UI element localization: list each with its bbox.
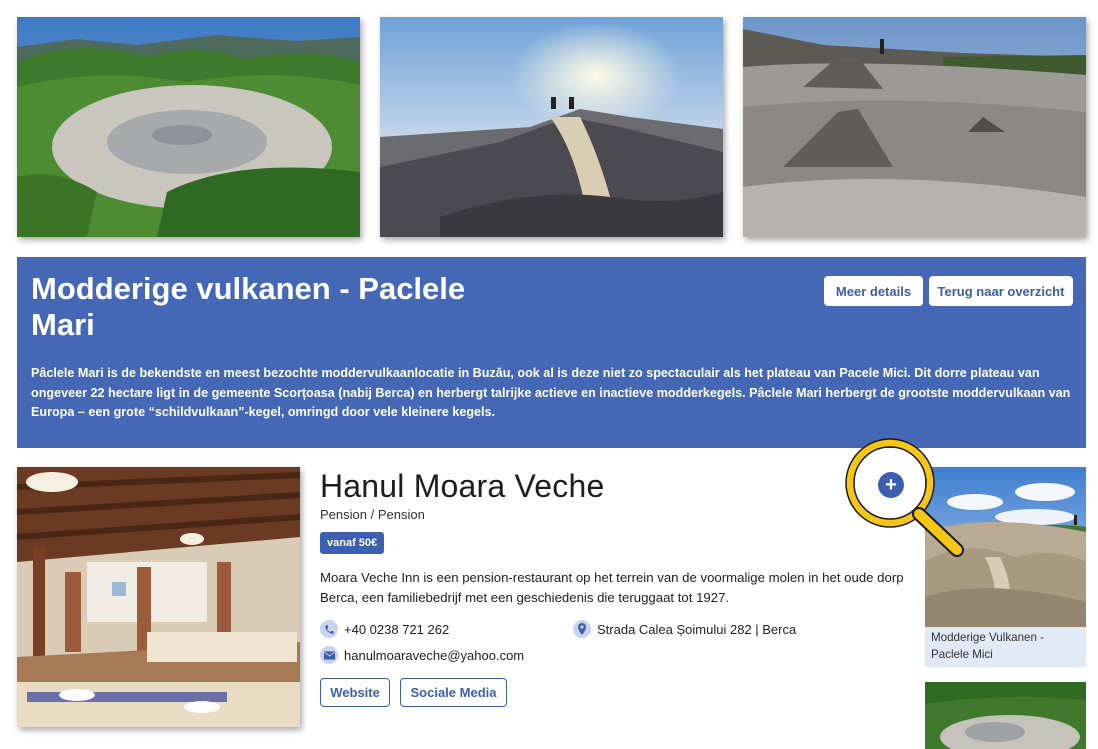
related-destination-label: Modderige Vulkanen - Paclele Mici xyxy=(931,631,1044,661)
gallery-photo-cones[interactable] xyxy=(743,17,1086,237)
listing-photo[interactable] xyxy=(17,467,300,727)
price-badge: vanaf 50€ xyxy=(320,532,385,554)
plus-icon: + xyxy=(885,474,897,496)
mud-cones-image xyxy=(743,17,1086,237)
destination-banner: Modderige vulkanen - Paclele Mari Meer d… xyxy=(17,257,1086,448)
address-text: Strada Calea Șoimului 282 | Berca xyxy=(597,621,797,637)
sunset-mud-image xyxy=(380,17,723,237)
map-pin-icon xyxy=(573,620,591,638)
banner-description: Pâclele Mari is de bekendste en meest be… xyxy=(31,366,1071,419)
website-button[interactable]: Website xyxy=(320,678,390,707)
phone-row[interactable]: +40 0238 721 262 xyxy=(320,620,449,638)
listing-type: Pension / Pension xyxy=(320,507,425,522)
address-row[interactable]: Strada Calea Șoimului 282 | Berca xyxy=(573,620,796,638)
add-to-favorites-button[interactable]: + xyxy=(878,472,904,498)
aerial-landscape-image xyxy=(17,17,360,237)
envelope-icon xyxy=(320,646,338,664)
related-destination-image xyxy=(925,467,1086,627)
listing-description: Moara Veche Inn is een pension-restauran… xyxy=(320,570,904,605)
related-destination-card-2[interactable] xyxy=(925,682,1086,749)
back-to-overview-button[interactable]: Terug naar overzicht xyxy=(929,276,1073,306)
banner-title: Modderige vulkanen - Paclele Mari xyxy=(31,271,466,342)
related-destination-card[interactable]: Modderige Vulkanen - Paclele Mici xyxy=(925,467,1086,667)
email-row[interactable]: hanulmoaraveche@yahoo.com xyxy=(320,646,524,664)
phone-icon xyxy=(320,620,338,638)
more-details-button[interactable]: Meer details xyxy=(824,276,923,306)
restaurant-interior-image xyxy=(17,467,300,727)
phone-number: +40 0238 721 262 xyxy=(344,621,450,637)
related-destination-image-2 xyxy=(925,682,1086,749)
gallery-photo-sunset[interactable] xyxy=(380,17,723,237)
email-address: hanulmoaraveche@yahoo.com xyxy=(344,647,525,663)
gallery-photo-aerial[interactable] xyxy=(17,17,360,237)
social-media-button[interactable]: Sociale Media xyxy=(400,678,507,707)
listing-title: Hanul Moara Veche xyxy=(320,468,605,504)
